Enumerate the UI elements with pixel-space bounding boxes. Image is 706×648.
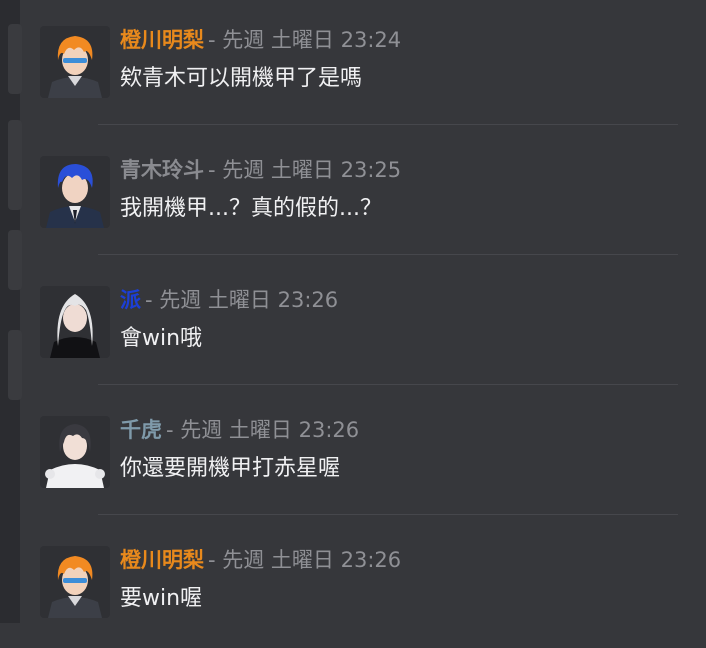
- chat-message-list: 橙川明梨 - 先週 土曜日 23:24 欸青木可以開機甲了是嗎 青木玲斗 - 先週 …: [0, 0, 706, 623]
- message-divider: [98, 514, 678, 515]
- message-divider: [98, 124, 678, 125]
- message-text: 要win喔: [120, 586, 203, 611]
- message-header: 青木玲斗 - 先週 土曜日 23:25: [120, 156, 401, 184]
- chat-message[interactable]: 千虎 - 先週 土曜日 23:26 你還要開機甲打赤星喔: [20, 390, 706, 518]
- message-timestamp: - 先週 土曜日 23:26: [208, 548, 402, 572]
- author-name[interactable]: 青木玲斗: [120, 158, 204, 182]
- orange-hair-character-avatar[interactable]: [40, 546, 110, 618]
- chat-message[interactable]: 橙川明梨 - 先週 土曜日 23:24 欸青木可以開機甲了是嗎: [20, 0, 706, 128]
- chat-message[interactable]: 橙川明梨 - 先週 土曜日 23:26 要win喔: [20, 520, 706, 648]
- message-timestamp: - 先週 土曜日 23:24: [208, 28, 402, 52]
- author-name[interactable]: 橙川明梨: [120, 28, 204, 52]
- dark-hair-character-avatar[interactable]: [40, 416, 110, 488]
- blue-hair-character-avatar[interactable]: [40, 156, 110, 228]
- message-timestamp: - 先週 土曜日 23:26: [145, 288, 339, 312]
- chat-message[interactable]: 青木玲斗 - 先週 土曜日 23:25 我開機甲...？真的假的...？: [20, 130, 706, 258]
- message-text: 會win哦: [120, 326, 203, 351]
- silver-hair-character-avatar[interactable]: [40, 286, 110, 358]
- author-name[interactable]: 千虎: [120, 418, 162, 442]
- author-name[interactable]: 派: [120, 288, 141, 312]
- chat-message[interactable]: 派- 先週 土曜日 23:26 會win哦: [20, 260, 706, 388]
- orange-hair-character-avatar[interactable]: [40, 26, 110, 98]
- message-text: 我開機甲...？真的假的...？: [120, 196, 382, 221]
- message-timestamp: - 先週 土曜日 23:26: [166, 418, 360, 442]
- message-header: 橙川明梨 - 先週 土曜日 23:24: [120, 26, 401, 54]
- message-text: 欸青木可以開機甲了是嗎: [120, 66, 363, 91]
- message-timestamp: - 先週 土曜日 23:25: [208, 158, 402, 182]
- message-header: 千虎 - 先週 土曜日 23:26: [120, 416, 359, 444]
- message-divider: [98, 384, 678, 385]
- message-header: 派- 先週 土曜日 23:26: [120, 286, 338, 314]
- author-name[interactable]: 橙川明梨: [120, 548, 204, 572]
- message-divider: [98, 254, 678, 255]
- message-text: 你還要開機甲打赤星喔: [120, 456, 341, 481]
- message-header: 橙川明梨 - 先週 土曜日 23:26: [120, 546, 401, 574]
